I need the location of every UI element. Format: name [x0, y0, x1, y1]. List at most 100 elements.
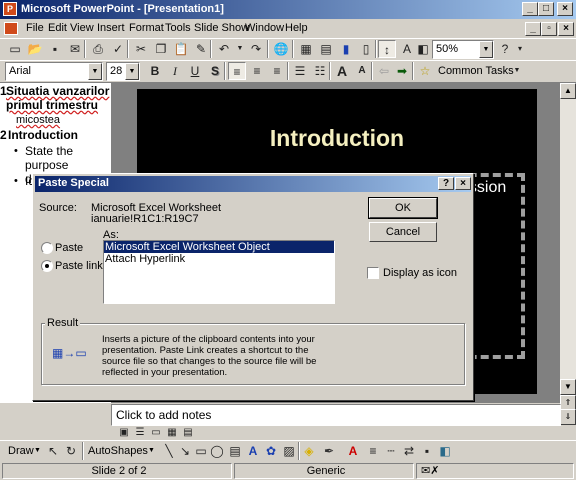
vertical-scrollbar[interactable]: ▲ ▼ ⇑ ⇓ — [560, 83, 576, 425]
new-icon[interactable]: ▭ — [6, 40, 24, 58]
next-slide-icon[interactable]: ⇓ — [560, 409, 576, 425]
list-item[interactable]: Attach Hyperlink — [104, 253, 334, 265]
format-painter-icon[interactable]: ✎ — [192, 40, 210, 58]
paste-link-radio[interactable] — [41, 260, 53, 272]
3d-icon[interactable]: ◧ — [436, 442, 454, 460]
toolbar-options-icon[interactable]: ▾ — [511, 40, 529, 58]
bold-button[interactable]: B — [146, 62, 164, 80]
paste-radio-label[interactable]: Paste — [55, 242, 83, 254]
shadow-icon[interactable]: ▪ — [418, 442, 436, 460]
chevron-down-icon[interactable]: ▼ — [125, 63, 139, 80]
powerpoint-icon[interactable]: P — [3, 2, 17, 16]
font-size-select[interactable]: 28 ▼ — [106, 62, 140, 81]
dash-style-icon[interactable]: ┄ — [382, 442, 400, 460]
tables-icon[interactable]: ▦ — [297, 40, 315, 58]
demote-icon[interactable]: ➡ — [393, 62, 411, 80]
numbering-icon[interactable]: ☰ — [291, 62, 309, 80]
free-rotate-icon[interactable]: ↻ — [62, 442, 80, 460]
print-icon[interactable]: ⎙ — [89, 40, 107, 58]
scroll-down-icon[interactable]: ▼ — [560, 379, 576, 395]
menu-format[interactable]: Format — [129, 22, 164, 34]
bullets-icon[interactable]: ☷ — [311, 62, 329, 80]
cut-icon[interactable]: ✂ — [132, 40, 150, 58]
decrease-font-icon[interactable]: A — [353, 62, 371, 80]
scroll-up-icon[interactable]: ▲ — [560, 83, 576, 99]
promote-icon[interactable]: ⇦ — [375, 62, 393, 80]
dialog-close-button[interactable]: × — [455, 177, 471, 190]
autoshapes-menu[interactable]: AutoShapes — [88, 445, 148, 457]
outline-slide1-subtitle[interactable]: micostea — [16, 114, 60, 126]
draw-menu[interactable]: Draw — [8, 445, 34, 457]
clip-art-icon[interactable]: ✿ — [262, 442, 280, 460]
paste-icon[interactable]: 📋 — [172, 40, 190, 58]
redo-icon[interactable]: ↷ — [247, 40, 265, 58]
outline-slide2-title[interactable]: Introduction — [8, 128, 78, 142]
as-listbox[interactable]: Microsoft Excel Worksheet Object Attach … — [103, 240, 335, 304]
chevron-down-icon[interactable]: ▼ — [508, 62, 526, 80]
cancel-button[interactable]: Cancel — [369, 222, 437, 242]
undo-icon[interactable]: ↶ — [215, 40, 233, 58]
select-objects-icon[interactable]: ↖ — [44, 442, 62, 460]
menu-tools[interactable]: Tools — [165, 22, 191, 34]
picture-icon[interactable]: ▨ — [280, 442, 298, 460]
open-icon[interactable]: 📂 — [26, 40, 44, 58]
zoom-select[interactable]: 50% ▼ — [432, 40, 494, 59]
expand-all-icon[interactable]: ↕ — [378, 40, 396, 58]
copy-icon[interactable]: ❐ — [152, 40, 170, 58]
maximize-button[interactable]: □ — [538, 2, 554, 16]
line-color-icon[interactable]: ✒ — [320, 442, 338, 460]
menu-slide-show[interactable]: Slide Show — [194, 22, 249, 34]
close-button[interactable]: × — [557, 2, 573, 16]
text-box-icon[interactable]: ▤ — [226, 442, 244, 460]
align-left-icon[interactable]: ≡ — [228, 62, 246, 80]
oval-icon[interactable]: ◯ — [208, 442, 226, 460]
menu-view[interactable]: View — [70, 22, 94, 34]
menu-help[interactable]: Help — [285, 22, 308, 34]
email-icon[interactable]: ✉ — [66, 40, 84, 58]
menu-window[interactable]: Window — [245, 22, 284, 34]
chevron-down-icon[interactable]: ▼ — [479, 41, 493, 58]
font-select[interactable]: Arial ▼ — [5, 62, 103, 81]
underline-button[interactable]: U — [186, 62, 204, 80]
menu-edit[interactable]: Edit — [48, 22, 67, 34]
undo-dropdown-icon[interactable]: ▼ — [235, 40, 245, 58]
arrow-style-icon[interactable]: ⇄ — [400, 442, 418, 460]
increase-font-icon[interactable]: A — [333, 62, 351, 80]
italic-button[interactable]: I — [166, 62, 184, 80]
align-right-icon[interactable]: ≡ — [268, 62, 286, 80]
chevron-down-icon[interactable]: ▼ — [34, 447, 41, 454]
chevron-down-icon[interactable]: ▼ — [148, 447, 155, 454]
slide-title[interactable]: Introduction — [137, 125, 537, 152]
chart-icon[interactable]: ▮ — [337, 40, 355, 58]
paste-link-radio-label[interactable]: Paste link — [55, 260, 103, 272]
chevron-down-icon[interactable]: ▼ — [88, 63, 102, 80]
fill-color-icon[interactable]: ◈ — [300, 442, 318, 460]
wordart-icon[interactable]: A — [244, 442, 262, 460]
ok-button[interactable]: OK — [368, 197, 438, 219]
grayscale-icon[interactable]: ◧ — [414, 40, 432, 58]
notes-pane[interactable]: Click to add notes — [111, 404, 561, 426]
shadow-button[interactable]: S — [206, 62, 224, 80]
hyperlink-icon[interactable]: 🌐 — [272, 40, 290, 58]
spelling-icon[interactable]: ✓ — [109, 40, 127, 58]
menu-file[interactable]: File — [26, 22, 44, 34]
minimize-button[interactable]: _ — [522, 2, 538, 16]
common-tasks-icon[interactable]: ☆ — [416, 62, 434, 80]
doc-close-button[interactable]: × — [558, 22, 574, 36]
doc-restore-button[interactable]: ▫ — [541, 22, 557, 36]
display-as-icon-label[interactable]: Display as icon — [383, 267, 457, 279]
menu-insert[interactable]: Insert — [97, 22, 125, 34]
display-as-icon-checkbox[interactable] — [367, 267, 379, 279]
doc-minimize-button[interactable]: _ — [525, 22, 541, 36]
save-icon[interactable]: ▪ — [46, 40, 64, 58]
paste-radio[interactable] — [41, 242, 53, 254]
list-item[interactable]: Microsoft Excel Worksheet Object — [104, 241, 334, 253]
help-button[interactable]: ? — [438, 177, 454, 190]
outline-slide1-title[interactable]: Situatia vanzarilor primul trimestru — [6, 84, 110, 112]
document-icon[interactable] — [4, 22, 18, 35]
new-slide-icon[interactable]: ▯ — [357, 40, 375, 58]
align-center-icon[interactable]: ≡ — [248, 62, 266, 80]
insert-table-icon[interactable]: ▤ — [317, 40, 335, 58]
line-style-icon[interactable]: ≡ — [364, 442, 382, 460]
font-color-icon[interactable]: A — [344, 442, 362, 460]
